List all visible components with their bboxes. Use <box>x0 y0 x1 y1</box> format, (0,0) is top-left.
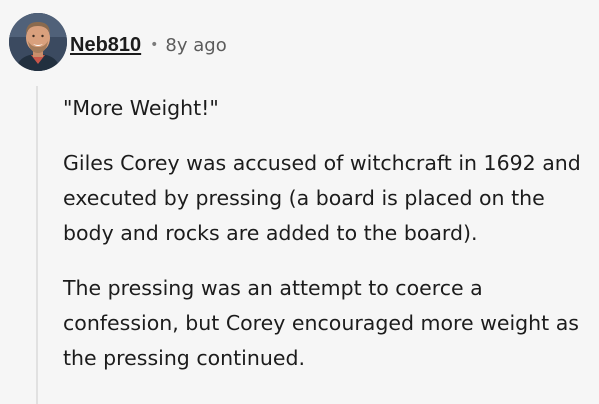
comment: Neb810 • 8y ago "More Weight!" Giles Cor… <box>0 0 599 404</box>
comment-paragraph: Giles Corey was accused of witchcraft in… <box>63 151 581 245</box>
user-avatar[interactable] <box>9 13 67 71</box>
comment-paragraph: "More Weight!" <box>63 96 219 120</box>
author-username-link[interactable]: Neb810 <box>70 34 141 57</box>
thread-collapse-line[interactable] <box>36 86 38 404</box>
meta-separator: • <box>150 37 159 53</box>
comment-meta: Neb810 • 8y ago <box>70 31 227 59</box>
avatar-photo-icon <box>9 13 67 71</box>
comment-paragraph: The pressing was an attempt to coerce a … <box>63 276 579 370</box>
comment-timestamp[interactable]: 8y ago <box>165 35 226 56</box>
comment-body: "More Weight!" Giles Corey was accused o… <box>63 91 593 396</box>
